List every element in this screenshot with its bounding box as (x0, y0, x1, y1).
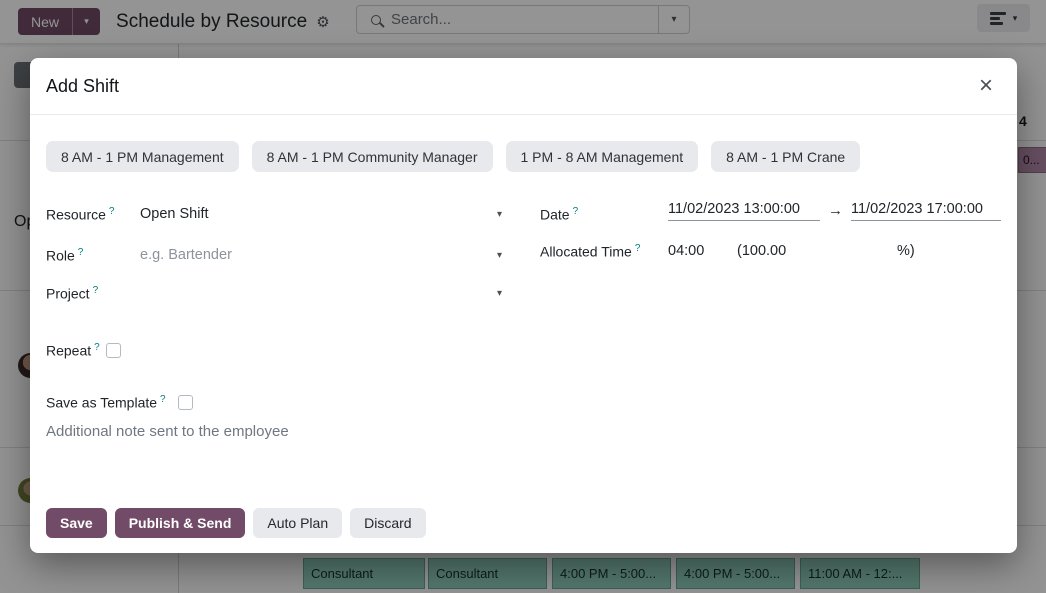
help-icon[interactable]: ? (635, 243, 641, 254)
dialog-title: Add Shift (46, 76, 119, 97)
help-icon[interactable]: ? (160, 394, 166, 405)
role-label: Role? (46, 247, 83, 264)
allocated-time-input[interactable]: 04:00 (668, 243, 704, 259)
allocated-time-row: Allocated Time? 04:00 (100.00 %) (540, 240, 1001, 262)
publish-send-button[interactable]: Publish & Send (115, 508, 246, 538)
help-icon[interactable]: ? (94, 342, 100, 353)
repeat-label: Repeat? (46, 342, 100, 359)
template-button[interactable]: 8 AM - 1 PM Crane (711, 141, 860, 172)
discard-button[interactable]: Discard (350, 508, 425, 538)
auto-plan-button[interactable]: Auto Plan (253, 508, 342, 538)
help-icon[interactable]: ? (93, 285, 99, 296)
resource-input[interactable]: Open Shift (140, 206, 209, 222)
date-end-input[interactable]: 11/02/2023 17:00:00 (851, 201, 1001, 221)
allocated-percentage-input[interactable]: (100.00 (737, 243, 786, 259)
save-as-template-checkbox[interactable] (178, 395, 193, 410)
note-input[interactable]: Additional note sent to the employee (46, 423, 289, 440)
shift-template-row: 8 AM - 1 PM Management 8 AM - 1 PM Commu… (46, 141, 860, 172)
allocated-time-label: Allocated Time? (540, 243, 640, 260)
resource-caret-icon[interactable]: ▾ (497, 209, 502, 220)
date-start-input[interactable]: 11/02/2023 13:00:00 (668, 201, 820, 221)
dialog-header: Add Shift × (30, 58, 1017, 115)
save-button[interactable]: Save (46, 508, 107, 538)
role-caret-icon[interactable]: ▾ (497, 250, 502, 261)
project-field-row: Project? ▾ (46, 282, 516, 304)
date-field-row: Date? 11/02/2023 13:00:00 → 11/02/2023 1… (540, 203, 1001, 225)
close-icon[interactable]: × (971, 74, 1001, 98)
resource-field-row: Resource? Open Shift ▾ (46, 203, 516, 225)
repeat-checkbox[interactable] (106, 343, 121, 358)
template-button[interactable]: 8 AM - 1 PM Management (46, 141, 239, 172)
save-as-template-row: Save as Template? (46, 394, 193, 411)
save-as-template-label: Save as Template? (46, 394, 166, 411)
shift-form: Resource? Open Shift ▾ Role? e.g. Barten… (46, 195, 1001, 370)
help-icon[interactable]: ? (109, 206, 115, 217)
resource-label: Resource? (46, 206, 114, 223)
repeat-field-row: Repeat? (46, 342, 121, 359)
help-icon[interactable]: ? (573, 206, 579, 217)
role-input[interactable]: e.g. Bartender (140, 247, 232, 263)
screen: New ▾ Schedule by Resource ⚙ Search... ▾… (0, 0, 1046, 593)
project-caret-icon[interactable]: ▾ (497, 288, 502, 299)
template-button[interactable]: 8 AM - 1 PM Community Manager (252, 141, 493, 172)
allocated-percentage-suffix: %) (897, 243, 915, 259)
project-label: Project? (46, 285, 98, 302)
add-shift-dialog: Add Shift × 8 AM - 1 PM Management 8 AM … (30, 58, 1017, 553)
date-label: Date? (540, 206, 578, 223)
help-icon[interactable]: ? (78, 247, 84, 258)
role-field-row: Role? e.g. Bartender ▾ (46, 244, 516, 266)
arrow-right-icon: → (828, 202, 843, 219)
dialog-footer: Save Publish & Send Auto Plan Discard (46, 508, 426, 538)
template-button[interactable]: 1 PM - 8 AM Management (506, 141, 699, 172)
